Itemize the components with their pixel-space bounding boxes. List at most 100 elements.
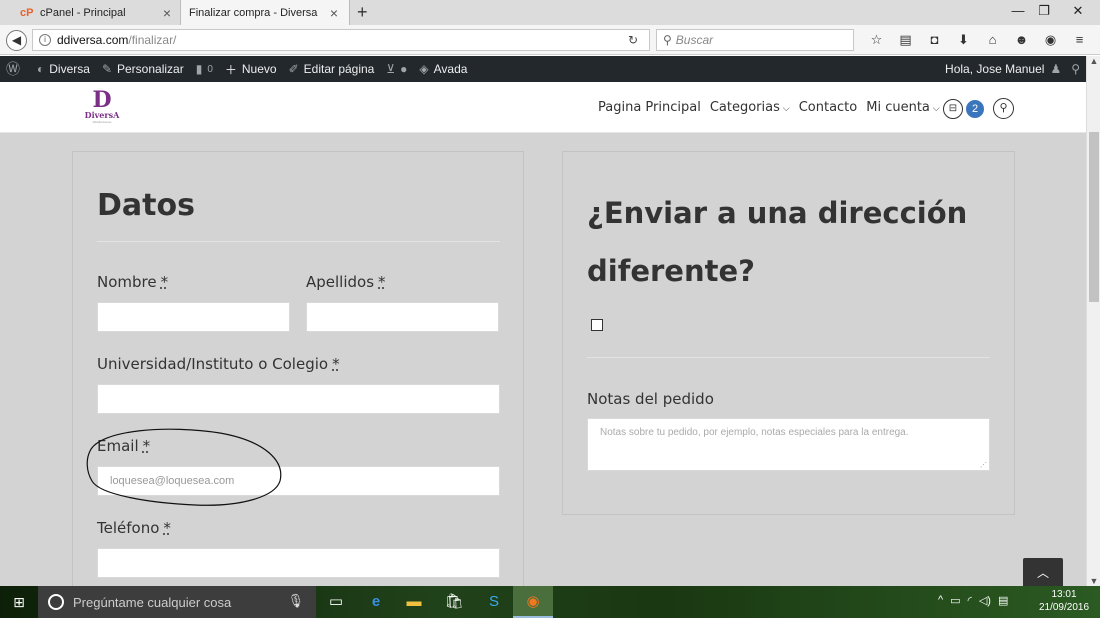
search-placeholder: Buscar bbox=[675, 33, 714, 47]
tab-label: Finalizar compra - Diversa bbox=[189, 6, 318, 19]
close-tab-icon[interactable]: × bbox=[327, 5, 341, 21]
divider bbox=[587, 357, 990, 358]
chat-icon[interactable]: ☻ bbox=[1007, 32, 1036, 48]
browser-tab-strip: cP cPanel - Principal × Finalizar compra… bbox=[0, 0, 1100, 25]
divider bbox=[97, 241, 500, 242]
user-icon[interactable]: ♟ bbox=[1050, 62, 1061, 76]
cart-count-badge: 2 bbox=[966, 100, 984, 118]
notifications-icon[interactable]: ▤ bbox=[998, 594, 1008, 607]
clock[interactable]: 13:01 21/09/2016 bbox=[1036, 588, 1092, 614]
main-navigation: Pagina Principal Categorias ⌵ Contacto Mi… bbox=[598, 82, 949, 133]
school-label: Universidad/Instituto o Colegio * bbox=[97, 355, 340, 373]
microphone-icon[interactable]: 🎙︎ bbox=[287, 593, 304, 609]
cpanel-icon: cP bbox=[20, 6, 34, 19]
checkout-content: Datos Nombre * Apellidos * Universidad/Ins… bbox=[0, 133, 1086, 586]
firefox-icon[interactable]: ◉ bbox=[513, 586, 553, 618]
wp-avada-link[interactable]: ◈ Avada bbox=[413, 62, 473, 76]
pocket-icon[interactable]: ◘ bbox=[920, 32, 949, 48]
ship-different-checkbox[interactable] bbox=[591, 319, 603, 331]
url-path: /finalizar/ bbox=[128, 33, 177, 47]
scroll-to-top-button[interactable]: ︿ bbox=[1023, 558, 1063, 586]
wp-admin-bar: Ⓦ ◐ Diversa ✎ Personalizar ▮ 0 ＋ Nuevo ✐ Edit… bbox=[0, 56, 1086, 82]
first-name-label: Nombre * bbox=[97, 273, 169, 291]
browser-search-input[interactable]: ⚲ Buscar bbox=[656, 29, 854, 51]
close-window-icon[interactable]: ✕ bbox=[1068, 3, 1088, 19]
scroll-down-arrow[interactable]: ▼ bbox=[1087, 576, 1100, 586]
first-name-field[interactable] bbox=[97, 302, 290, 332]
info-icon[interactable]: i bbox=[39, 34, 51, 46]
tab-label: cPanel - Principal bbox=[40, 6, 126, 19]
volume-icon[interactable]: ◁) bbox=[979, 594, 991, 607]
store-icon[interactable]: 🛍︎ bbox=[434, 586, 474, 618]
page-scrollbar[interactable]: ▲ ▼ bbox=[1086, 56, 1100, 586]
menu-icon[interactable]: ≡ bbox=[1065, 32, 1094, 48]
cart-icon[interactable]: ⊟ bbox=[943, 99, 963, 119]
order-notes-label: Notas del pedido bbox=[587, 390, 714, 408]
yoast-icon[interactable]: ⊻ ● bbox=[380, 62, 413, 76]
home-icon[interactable]: ⌂ bbox=[978, 32, 1007, 48]
last-name-field[interactable] bbox=[306, 302, 499, 332]
windows-start-icon[interactable]: ⊞ bbox=[0, 586, 38, 618]
chevron-down-icon: ⌵ bbox=[932, 104, 940, 114]
wp-comments-link[interactable]: ▮ 0 bbox=[190, 62, 219, 76]
wp-logo-icon[interactable]: Ⓦ bbox=[0, 59, 31, 79]
search-icon[interactable]: ⚲ bbox=[993, 98, 1014, 119]
browser-nav-bar: ◀ i ddiversa.com/finalizar/ ↻ ⚲ Buscar ☆… bbox=[0, 25, 1100, 55]
bookmark-star-icon[interactable]: ☆ bbox=[862, 32, 891, 48]
edge-icon[interactable]: e bbox=[356, 586, 396, 618]
skype-icon[interactable]: S bbox=[474, 586, 514, 618]
last-name-label: Apellidos * bbox=[306, 273, 386, 291]
wp-new-link[interactable]: ＋ Nuevo bbox=[219, 61, 283, 78]
file-explorer-icon[interactable]: ▬ bbox=[394, 586, 434, 618]
order-notes-textarea[interactable]: Notas sobre tu pedido, por ejemplo, nota… bbox=[587, 418, 990, 471]
restore-icon[interactable]: ❐ bbox=[1034, 3, 1054, 19]
wp-site-link[interactable]: ◐ Diversa bbox=[31, 62, 96, 76]
cortana-icon bbox=[48, 594, 64, 610]
nav-home[interactable]: Pagina Principal bbox=[598, 100, 701, 115]
tab-cpanel[interactable]: cP cPanel - Principal × bbox=[12, 0, 182, 25]
site-header: D DiversA Distribuciones Pagina Principa… bbox=[0, 82, 1086, 133]
reading-list-icon[interactable]: ▤ bbox=[891, 32, 920, 48]
comment-icon: ▮ bbox=[195, 62, 203, 76]
reload-icon[interactable]: ↻ bbox=[628, 33, 638, 47]
ship-different-title: ¿Enviar a una dirección diferente? bbox=[587, 196, 968, 288]
nav-categories[interactable]: Categorias ⌵ bbox=[710, 100, 790, 115]
wp-greeting[interactable]: Hola, Jose Manuel bbox=[945, 62, 1044, 76]
tab-finalizar-compra[interactable]: Finalizar compra - Diversa × bbox=[180, 0, 350, 25]
windows-taskbar: ⊞ Pregúntame cualquier cosa 🎙︎ ▭ e ▬ 🛍︎ … bbox=[0, 586, 1100, 618]
back-button[interactable]: ◀ bbox=[6, 30, 27, 51]
annotation-circle bbox=[86, 428, 282, 506]
adblock-icon[interactable]: ◉ bbox=[1036, 32, 1065, 48]
close-tab-icon[interactable]: × bbox=[160, 5, 174, 21]
plus-icon: ＋ bbox=[224, 62, 237, 77]
nav-contact[interactable]: Contacto bbox=[799, 100, 858, 115]
shipping-panel: ¿Enviar a una dirección diferente? Notas… bbox=[562, 151, 1015, 515]
resize-grip-icon[interactable]: ⋰ bbox=[980, 461, 987, 469]
chevron-down-icon: ⌵ bbox=[782, 104, 790, 114]
wifi-icon[interactable]: ◜ bbox=[968, 594, 972, 607]
site-logo[interactable]: D DiversA Distribuciones bbox=[80, 89, 124, 124]
cortana-search-input[interactable]: Pregúntame cualquier cosa 🎙︎ bbox=[38, 586, 316, 618]
nav-account[interactable]: Mi cuenta ⌵ bbox=[866, 100, 939, 115]
minimize-icon[interactable]: — bbox=[1008, 3, 1028, 18]
url-host: ddiversa.com bbox=[57, 33, 129, 47]
dashboard-icon: ◐ bbox=[37, 62, 45, 76]
phone-field[interactable] bbox=[97, 548, 500, 578]
battery-icon[interactable]: ▭ bbox=[950, 594, 960, 607]
new-tab-button[interactable]: + bbox=[357, 2, 368, 23]
wp-edit-page-link[interactable]: ✐ Editar página bbox=[283, 62, 381, 76]
toolbar-icons: ☆ ▤ ◘ ⬇ ⌂ ☻ ◉ ≡ bbox=[862, 32, 1094, 48]
task-view-icon[interactable]: ▭ bbox=[316, 586, 356, 618]
billing-details-panel: Datos Nombre * Apellidos * Universidad/Ins… bbox=[72, 151, 524, 586]
billing-title: Datos bbox=[97, 188, 195, 223]
wp-search-icon[interactable]: ⚲ bbox=[1071, 62, 1080, 76]
download-icon[interactable]: ⬇ bbox=[949, 32, 978, 48]
scroll-up-arrow[interactable]: ▲ bbox=[1087, 56, 1100, 66]
system-tray: ^ ▭ ◜ ◁) ▤ bbox=[938, 594, 1015, 607]
address-bar[interactable]: i ddiversa.com/finalizar/ bbox=[32, 29, 650, 51]
brush-icon: ✎ bbox=[101, 62, 112, 76]
wp-customize-link[interactable]: ✎ Personalizar bbox=[96, 62, 190, 76]
school-field[interactable] bbox=[97, 384, 500, 414]
scroll-thumb[interactable] bbox=[1089, 132, 1099, 302]
chevron-up-icon[interactable]: ^ bbox=[938, 594, 943, 607]
